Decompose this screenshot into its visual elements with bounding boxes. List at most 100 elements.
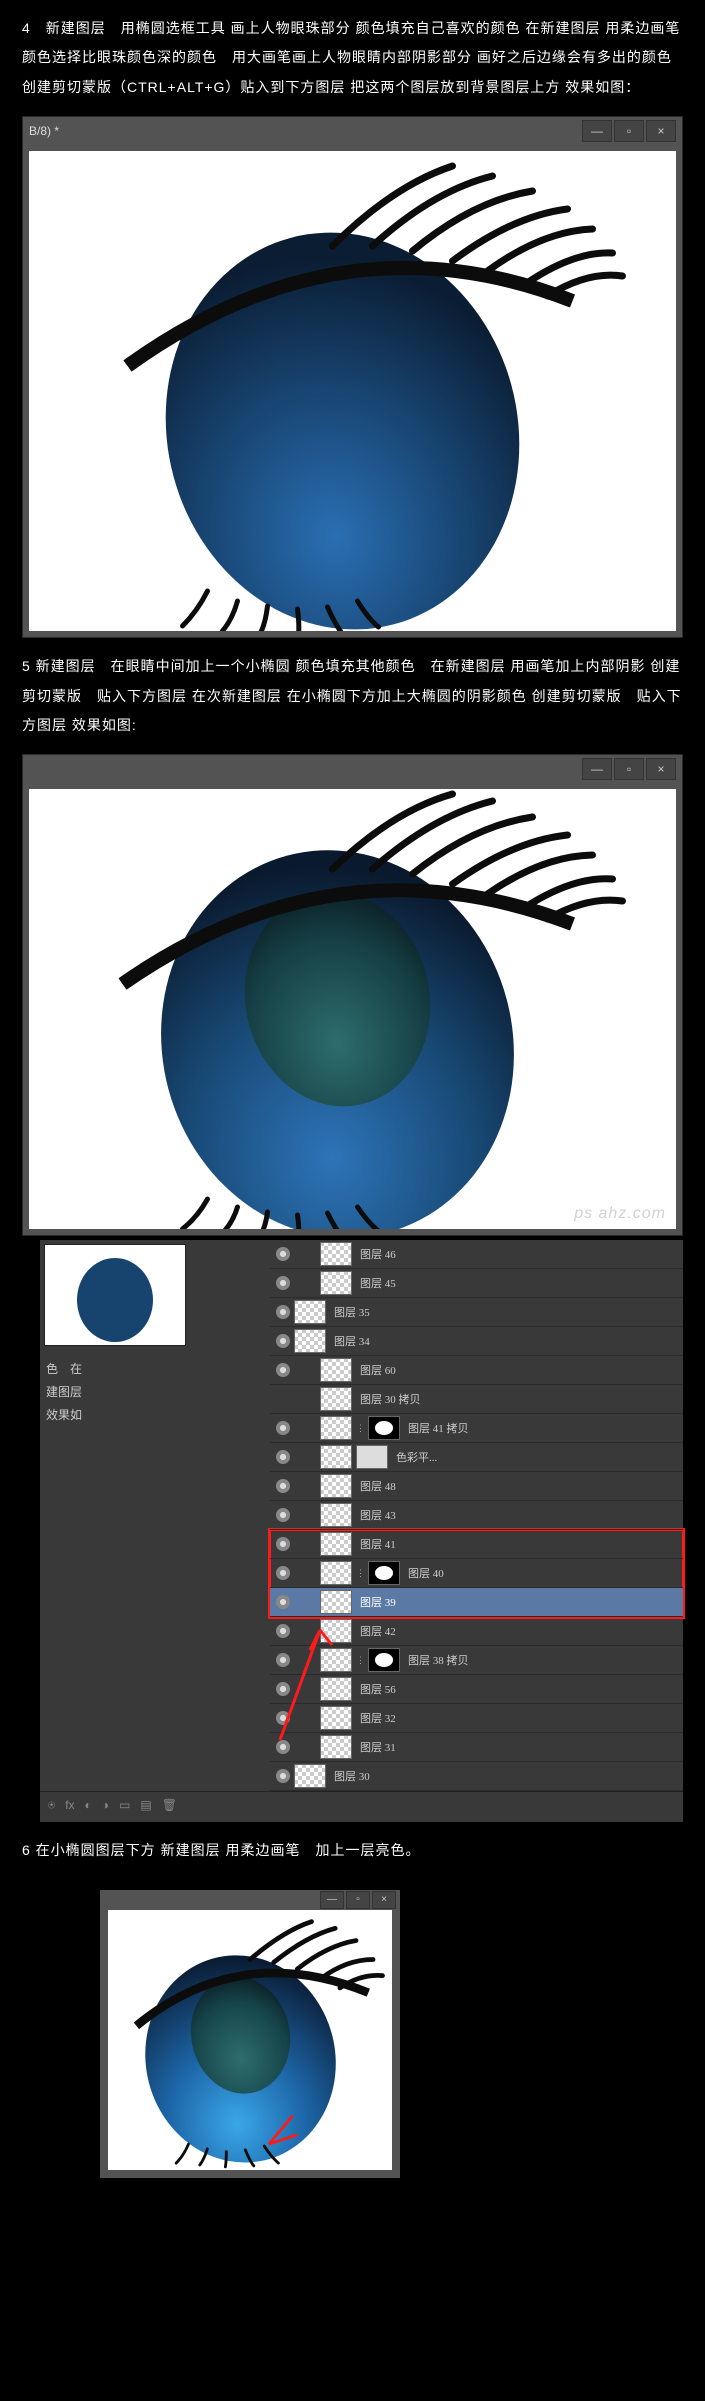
layer-thumb[interactable] <box>320 1532 352 1556</box>
layer-row[interactable]: 图层 60 <box>270 1356 683 1385</box>
indent-spacer <box>294 1254 316 1255</box>
close-icon[interactable]: × <box>372 1891 396 1909</box>
visibility-eye-icon[interactable] <box>276 1363 290 1377</box>
layer-row[interactable]: 图层 41 <box>270 1530 683 1559</box>
layer-row[interactable]: 图层 32 <box>270 1704 683 1733</box>
step6-titlebar: — ▫ × <box>100 1890 400 1910</box>
layer-preview-thumb <box>44 1244 186 1346</box>
indent-spacer <box>294 1747 316 1748</box>
visibility-eye-icon[interactable] <box>276 1711 290 1725</box>
layers-panel: 色 在 建图层 效果如 图层 46图层 45图层 35图层 34图层 60图层 … <box>40 1240 683 1822</box>
visibility-eye-icon[interactable] <box>276 1305 290 1319</box>
layer-row[interactable]: 图层 39 <box>270 1588 683 1617</box>
layer-thumb[interactable] <box>320 1358 352 1382</box>
step5-canvas: ps ahz.com <box>29 789 676 1229</box>
layer-row[interactable]: 图层 46 <box>270 1240 683 1269</box>
layer-row[interactable]: 色彩平... <box>270 1443 683 1472</box>
visibility-eye-icon[interactable] <box>276 1479 290 1493</box>
adjustment-thumb[interactable] <box>356 1445 388 1469</box>
layer-row[interactable]: 图层 48 <box>270 1472 683 1501</box>
layer-thumb[interactable] <box>320 1474 352 1498</box>
layer-thumb[interactable] <box>320 1387 352 1411</box>
close-icon[interactable]: × <box>646 120 676 142</box>
layer-thumb[interactable] <box>294 1329 326 1353</box>
layer-row[interactable]: 图层 30 <box>270 1762 683 1791</box>
adjustment-icon[interactable]: ◑ <box>102 1798 109 1812</box>
visibility-eye-icon[interactable] <box>276 1595 290 1609</box>
layer-row[interactable]: ⋮图层 38 拷贝 <box>270 1646 683 1675</box>
layer-thumb[interactable] <box>294 1764 326 1788</box>
fx-icon[interactable]: fx <box>65 1798 74 1812</box>
link-icon[interactable]: ⍟ <box>48 1798 55 1813</box>
layer-thumb[interactable] <box>320 1619 352 1643</box>
visibility-eye-icon[interactable] <box>276 1450 290 1464</box>
step6-canvas <box>100 1910 400 2178</box>
layer-thumb[interactable] <box>294 1300 326 1324</box>
link-icon: ⋮ <box>356 1568 364 1579</box>
layer-row[interactable]: 图层 45 <box>270 1269 683 1298</box>
visibility-eye-icon[interactable] <box>276 1682 290 1696</box>
layer-row[interactable]: 图层 31 <box>270 1733 683 1762</box>
layer-thumb[interactable] <box>320 1503 352 1527</box>
visibility-eye-icon[interactable] <box>276 1421 290 1435</box>
visibility-eye-icon[interactable] <box>276 1276 290 1290</box>
layer-row[interactable]: 图层 56 <box>270 1675 683 1704</box>
layer-thumb[interactable] <box>320 1677 352 1701</box>
layer-name-label: 图层 39 <box>360 1594 396 1610</box>
link-icon: ⋮ <box>356 1655 364 1666</box>
visibility-eye-icon[interactable] <box>276 1392 290 1406</box>
minimize-icon[interactable]: — <box>582 120 612 142</box>
layer-thumb[interactable] <box>320 1445 352 1469</box>
layer-thumb[interactable] <box>320 1271 352 1295</box>
step4-text: 4 新建图层 用椭圆选框工具 画上人物眼珠部分 颜色填充自己喜欢的颜色 在新建图… <box>0 0 705 116</box>
restore-icon[interactable]: ▫ <box>346 1891 370 1909</box>
layer-mask-thumb[interactable] <box>368 1561 400 1585</box>
visibility-eye-icon[interactable] <box>276 1740 290 1754</box>
close-icon[interactable]: × <box>646 758 676 780</box>
layer-name-label: 图层 35 <box>334 1304 370 1320</box>
layer-thumb[interactable] <box>320 1561 352 1585</box>
indent-spacer <box>294 1399 316 1400</box>
visibility-eye-icon[interactable] <box>276 1653 290 1667</box>
layer-thumb[interactable] <box>320 1590 352 1614</box>
layer-mask-thumb[interactable] <box>368 1416 400 1440</box>
group-icon[interactable]: ▭ <box>119 1798 130 1812</box>
indent-spacer <box>294 1631 316 1632</box>
step4-window: B/8) * — ▫ × <box>22 116 683 638</box>
layer-name-label: 图层 48 <box>360 1478 396 1494</box>
layer-thumb[interactable] <box>320 1706 352 1730</box>
layer-thumb[interactable] <box>320 1735 352 1759</box>
visibility-eye-icon[interactable] <box>276 1566 290 1580</box>
layer-thumb[interactable] <box>320 1242 352 1266</box>
layer-name-label: 图层 32 <box>360 1710 396 1726</box>
visibility-eye-icon[interactable] <box>276 1334 290 1348</box>
layer-mask-thumb[interactable] <box>368 1648 400 1672</box>
layer-thumb[interactable] <box>320 1648 352 1672</box>
mask-add-icon[interactable]: ◐ <box>85 1798 92 1812</box>
trash-icon[interactable]: 🗑 <box>162 1798 177 1812</box>
layer-row[interactable]: ⋮图层 40 <box>270 1559 683 1588</box>
restore-icon[interactable]: ▫ <box>614 758 644 780</box>
layer-name-label: 图层 60 <box>360 1362 396 1378</box>
visibility-eye-icon[interactable] <box>276 1537 290 1551</box>
layer-row[interactable]: 图层 42 <box>270 1617 683 1646</box>
layer-row[interactable]: 图层 30 拷贝 <box>270 1385 683 1414</box>
layer-row[interactable]: 图层 34 <box>270 1327 683 1356</box>
restore-icon[interactable]: ▫ <box>614 120 644 142</box>
step4-canvas <box>29 151 676 631</box>
visibility-eye-icon[interactable] <box>276 1624 290 1638</box>
layers-footer: ⍟ fx ◐ ◑ ▭ ▤ 🗑 <box>40 1791 683 1818</box>
visibility-eye-icon[interactable] <box>276 1247 290 1261</box>
step5-window: — ▫ × <box>22 754 683 1236</box>
minimize-icon[interactable]: — <box>320 1891 344 1909</box>
minimize-icon[interactable]: — <box>582 758 612 780</box>
indent-spacer <box>294 1602 316 1603</box>
layer-row[interactable]: ⋮图层 41 拷贝 <box>270 1414 683 1443</box>
visibility-eye-icon[interactable] <box>276 1508 290 1522</box>
layer-row[interactable]: 图层 35 <box>270 1298 683 1327</box>
visibility-eye-icon[interactable] <box>276 1769 290 1783</box>
newlayer-icon[interactable]: ▤ <box>140 1798 151 1812</box>
layer-row[interactable]: 图层 43 <box>270 1501 683 1530</box>
step4-titlebar: B/8) * — ▫ × <box>23 117 682 145</box>
layer-thumb[interactable] <box>320 1416 352 1440</box>
